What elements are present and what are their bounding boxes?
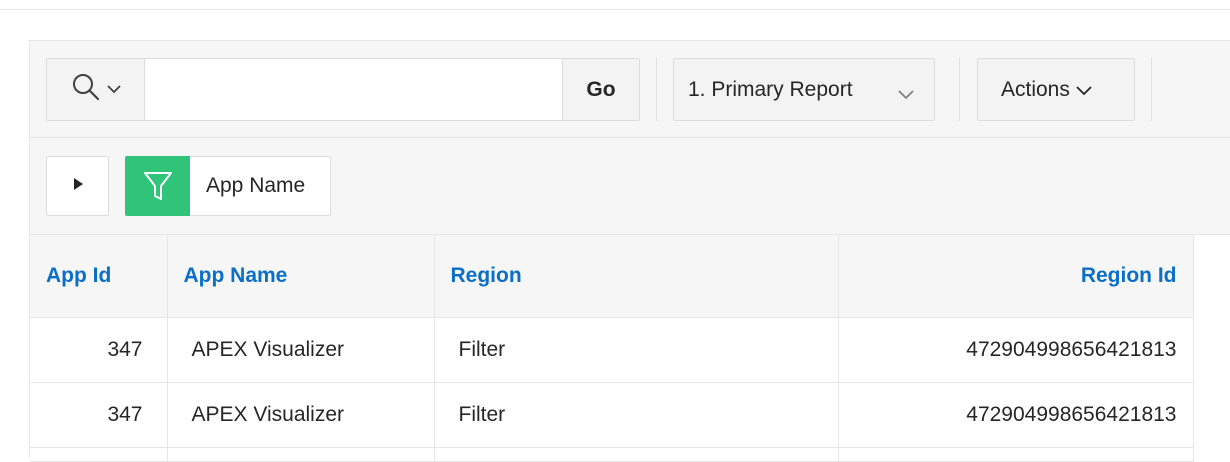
cell-region-id: 472904998656421813 [838,317,1194,383]
cell-region: Filter [434,317,839,383]
filter-bar: App Name [30,138,1230,235]
chevron-down-icon [898,82,914,106]
go-button[interactable]: Go [562,59,639,120]
table-row [30,447,1194,462]
cell-app-id: 347 [30,317,168,383]
column-header-region-id[interactable]: Region Id [838,235,1194,318]
report-toolbar: Go 1. Primary Report Actions [30,41,1230,138]
filter-chip[interactable]: App Name [125,156,331,216]
toolbar-divider [1151,58,1152,121]
filter-chip-label: App Name [206,174,306,197]
toolbar-divider [656,58,657,121]
cell-app-name: APEX Visualizer [167,382,435,448]
column-header-region[interactable]: Region [434,235,839,318]
search-column-button[interactable] [47,59,145,120]
column-header-app-id[interactable]: App Id [30,235,168,318]
table-row: 347 APEX Visualizer Filter 4729049986564… [30,382,1194,448]
interactive-report-region: Go 1. Primary Report Actions App Name Ap… [29,40,1230,462]
cell-app-name: APEX Visualizer [167,317,435,383]
top-strip [0,0,1230,10]
report-select[interactable]: 1. Primary Report [673,58,935,121]
search-bar: Go [46,58,640,121]
report-table: App Id App Name Region Region Id 347 APE… [30,235,1194,462]
cell-region: Filter [434,382,839,448]
triangle-right-icon [72,177,84,196]
table-header-row: App Id App Name Region Region Id [30,235,1194,318]
report-select-label: 1. Primary Report [688,77,853,101]
actions-menu-button[interactable]: Actions [977,58,1135,121]
search-icon [71,72,101,107]
cell-app-id: 347 [30,382,168,448]
toolbar-divider [959,58,960,121]
column-header-app-name[interactable]: App Name [167,235,435,318]
table-row: 347 APEX Visualizer Filter 4729049986564… [30,317,1194,383]
chevron-down-icon [1076,78,1092,102]
funnel-icon [125,156,190,216]
search-input[interactable] [145,59,562,120]
cell-region-id: 472904998656421813 [838,382,1194,448]
actions-label: Actions [1001,77,1070,101]
expand-filters-button[interactable] [46,156,109,216]
chevron-down-icon [106,81,121,99]
